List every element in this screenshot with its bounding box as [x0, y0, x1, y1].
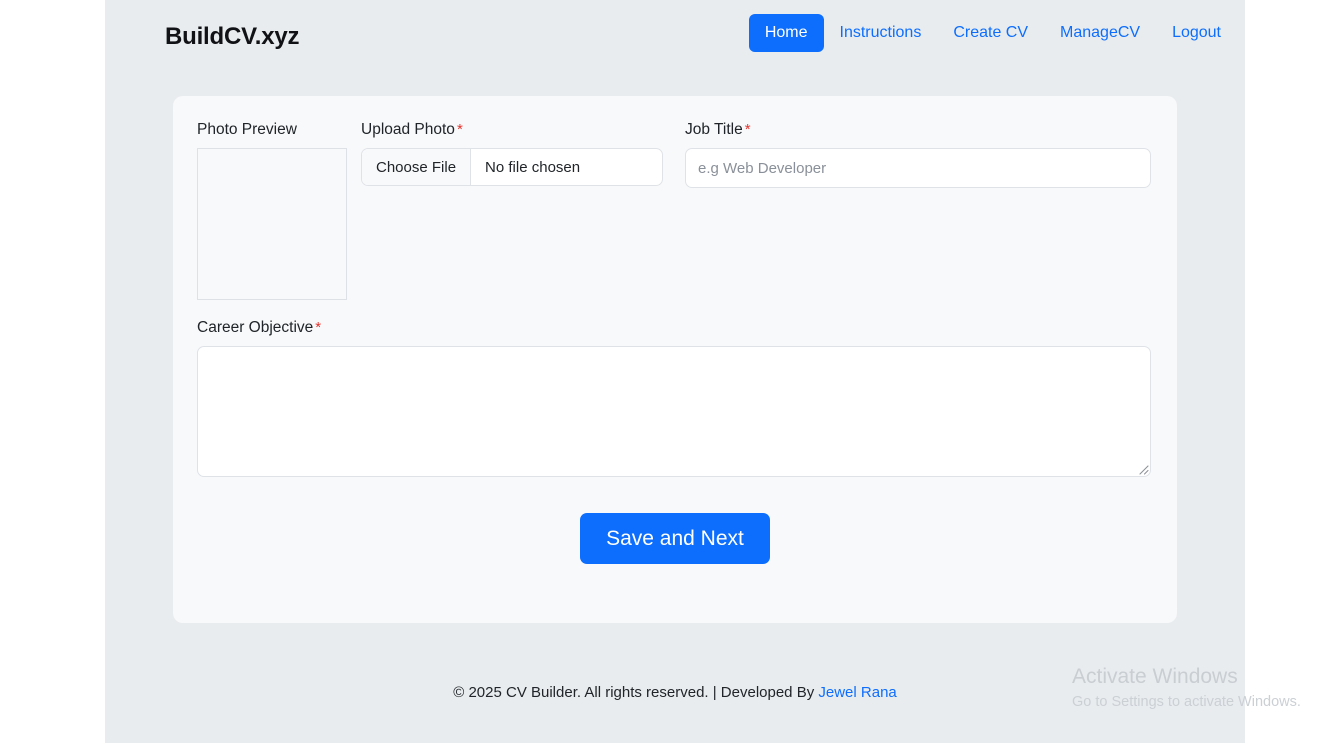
nav-links: Home Instructions Create CV ManageCV Log… [749, 14, 1237, 52]
upload-photo-file-input[interactable]: Choose File No file chosen [361, 148, 663, 186]
job-title-label-text: Job Title [685, 121, 743, 138]
page-content: BuildCV.xyz Home Instructions Create CV … [105, 0, 1245, 743]
footer: © 2025 CV Builder. All rights reserved. … [105, 684, 1245, 701]
job-title-label: Job Title* [685, 120, 1153, 140]
footer-text: © 2025 CV Builder. All rights reserved. … [453, 684, 814, 701]
form-actions: Save and Next [197, 513, 1153, 564]
upload-photo-label: Upload Photo* [361, 120, 671, 140]
choose-file-button[interactable]: Choose File [362, 149, 471, 185]
required-asterisk-career-objective: * [315, 319, 321, 336]
file-status-text: No file chosen [471, 149, 580, 185]
form-card: Photo Preview Upload Photo* Choose File … [173, 96, 1177, 623]
nav-item-manage-cv[interactable]: ManageCV [1044, 14, 1156, 52]
nav-item-home[interactable]: Home [749, 14, 824, 52]
nav-item-logout[interactable]: Logout [1156, 14, 1237, 52]
upload-photo-label-text: Upload Photo [361, 121, 455, 138]
career-objective-label: Career Objective* [197, 318, 1153, 338]
form-card-body: Photo Preview Upload Photo* Choose File … [197, 120, 1153, 564]
career-objective-label-text: Career Objective [197, 319, 313, 336]
footer-developer-link[interactable]: Jewel Rana [818, 684, 896, 701]
navbar: BuildCV.xyz Home Instructions Create CV … [105, 0, 1245, 74]
browser-viewport: BuildCV.xyz Home Instructions Create CV … [0, 0, 1330, 743]
brand-logo[interactable]: BuildCV.xyz [165, 23, 299, 51]
upload-photo-group: Upload Photo* Choose File No file chosen [361, 120, 671, 186]
job-title-input[interactable] [685, 148, 1151, 188]
career-objective-textarea[interactable] [197, 346, 1151, 477]
nav-item-instructions[interactable]: Instructions [824, 14, 938, 52]
photo-preview-label: Photo Preview [197, 120, 359, 140]
photo-preview-group: Photo Preview [197, 120, 359, 300]
save-and-next-button[interactable]: Save and Next [580, 513, 770, 564]
nav-item-create-cv[interactable]: Create CV [937, 14, 1044, 52]
required-asterisk-job-title: * [745, 121, 751, 138]
job-title-group: Job Title* [685, 120, 1153, 188]
form-row-top: Photo Preview Upload Photo* Choose File … [197, 120, 1153, 310]
career-objective-group: Career Objective* [197, 318, 1153, 477]
career-objective-wrapper [197, 346, 1151, 477]
photo-preview-box [197, 148, 347, 300]
required-asterisk-upload: * [457, 121, 463, 138]
